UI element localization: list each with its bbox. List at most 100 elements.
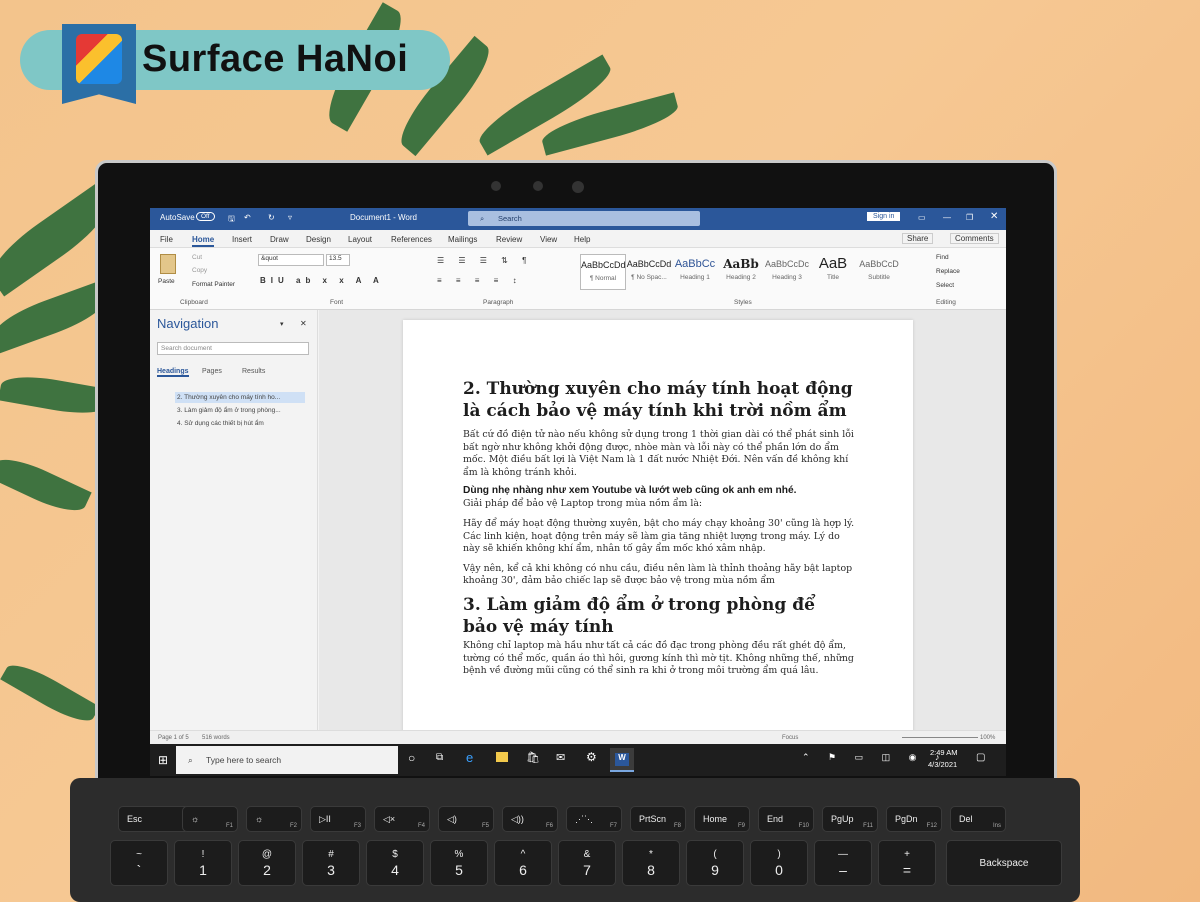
nav-heading-item[interactable]: 2. Thường xuyên cho máy tính ho...	[175, 392, 305, 403]
sign-in-button[interactable]: Sign in	[867, 212, 901, 221]
start-icon[interactable]: ⊞	[158, 753, 168, 767]
document-area[interactable]: 2. Thường xuyên cho máy tính hoạt động l…	[319, 310, 1006, 740]
tab-view[interactable]: View	[540, 235, 557, 244]
font-name-box[interactable]: &quot	[258, 254, 324, 266]
mail-icon[interactable]: ✉	[556, 751, 565, 764]
function-key[interactable]: ⋰⋱ F7	[566, 806, 622, 832]
number-key[interactable]: (9	[686, 840, 744, 886]
close-icon[interactable]: ✕	[990, 211, 998, 222]
nav-heading-item[interactable]: 4. Sử dụng các thiết bị hút ẩm	[175, 418, 305, 429]
style-subtitle[interactable]: AaBbCcD Subtitle	[856, 254, 902, 290]
style-normal[interactable]: AaBbCcDd ¶ Normal	[580, 254, 626, 290]
tab-layout[interactable]: Layout	[348, 235, 372, 244]
word-app-icon[interactable]: W	[610, 748, 634, 772]
select-button[interactable]: Select	[936, 282, 954, 289]
clock-date[interactable]: 4/3/2021	[928, 760, 957, 769]
zoom-slider[interactable]	[902, 737, 978, 738]
share-button[interactable]: Share	[902, 233, 934, 244]
number-key[interactable]: ) 0	[750, 840, 808, 886]
number-key[interactable]: ^ 6	[494, 840, 552, 886]
tray-icons[interactable]: ⌃ ⚑ ▭ ◫ ◉ ♪	[802, 752, 947, 763]
zoom-level[interactable]: 100%	[980, 735, 995, 741]
number-key[interactable]: % 5	[430, 840, 488, 886]
function-key[interactable]: PgUp F11	[822, 806, 878, 832]
nav-tab-results[interactable]: Results	[242, 368, 265, 375]
page-count[interactable]: Page 1 of 5	[158, 735, 189, 741]
function-key[interactable]: ◁) F5	[438, 806, 494, 832]
number-key[interactable]: & 7	[558, 840, 616, 886]
style-title[interactable]: AaB Title	[810, 254, 856, 290]
function-key[interactable]: ☼ F2	[246, 806, 302, 832]
number-key[interactable]: #3	[302, 840, 360, 886]
save-icon[interactable]: 🖫	[228, 213, 235, 227]
cut-button[interactable]: Cut	[192, 254, 202, 261]
focus-button[interactable]: Focus	[782, 735, 798, 741]
number-key[interactable]: — –	[814, 840, 872, 886]
paragraph-icons[interactable]: ☰ ☰ ☰ ⇅ ¶	[437, 256, 532, 265]
tab-review[interactable]: Review	[496, 235, 522, 244]
style-heading-2[interactable]: AaBb Heading 2	[718, 254, 764, 290]
tab-design[interactable]: Design	[306, 235, 331, 244]
cortana-icon[interactable]: ○	[408, 751, 415, 765]
paste-button[interactable]: Paste	[158, 278, 175, 285]
nav-tab-headings[interactable]: Headings	[157, 368, 189, 377]
align-icons[interactable]: ≡ ≡ ≡ ≡ ↕	[437, 276, 523, 285]
number-key[interactable]: * 8	[622, 840, 680, 886]
function-key[interactable]: ◁)) F6	[502, 806, 558, 832]
settings-icon[interactable]: ⚙	[586, 750, 597, 764]
nav-search-input[interactable]: Search document	[157, 342, 309, 355]
function-key[interactable]: Home F9	[694, 806, 750, 832]
taskbar-search-input[interactable]: ⌕ Type here to search	[176, 746, 398, 774]
number-key[interactable]: $4	[366, 840, 424, 886]
format-painter-button[interactable]: Format Painter	[192, 281, 235, 288]
notification-icon[interactable]: ▢	[976, 752, 985, 763]
tab-draw[interactable]: Draw	[270, 235, 289, 244]
customize-qat-icon[interactable]: ▿	[288, 213, 292, 222]
redo-icon[interactable]: ↻	[268, 213, 275, 222]
function-key[interactable]: End F10	[758, 806, 814, 832]
undo-icon[interactable]: ↶	[244, 213, 251, 222]
minimize-icon[interactable]: —	[943, 213, 951, 222]
task-view-icon[interactable]: ⧉	[436, 752, 443, 763]
tab-file[interactable]: File	[160, 235, 173, 244]
number-key[interactable]: ! 1	[174, 840, 232, 886]
maximize-icon[interactable]: ❐	[966, 213, 973, 222]
ribbon-display-icon[interactable]: ▭	[918, 213, 926, 222]
backspace-key[interactable]: Backspace	[946, 840, 1062, 886]
tab-help[interactable]: Help	[574, 235, 590, 244]
number-key[interactable]: @2	[238, 840, 296, 886]
tab-home[interactable]: Home	[192, 235, 215, 247]
store-icon[interactable]: 🛍	[526, 751, 540, 764]
clock-time[interactable]: 2:49 AM	[930, 748, 958, 757]
tab-references[interactable]: References	[391, 235, 432, 244]
document-page[interactable]: 2. Thường xuyên cho máy tính hoạt động l…	[403, 320, 913, 740]
nav-options-icon[interactable]: ▾	[280, 320, 284, 328]
search-box[interactable]: ⌕ Search	[468, 211, 700, 226]
paste-icon[interactable]	[160, 254, 176, 274]
tab-insert[interactable]: Insert	[232, 235, 252, 244]
style-heading-3[interactable]: AaBbCcDc Heading 3	[764, 254, 810, 290]
edge-icon[interactable]: e	[466, 750, 473, 765]
function-key[interactable]: ◁× F4	[374, 806, 430, 832]
number-key[interactable]: ~ `	[110, 840, 168, 886]
style-no-spacing[interactable]: AaBbCcDd ¶ No Spac...	[626, 254, 672, 290]
nav-close-icon[interactable]: ✕	[300, 319, 307, 328]
tab-mailings[interactable]: Mailings	[448, 235, 477, 244]
style-heading-1[interactable]: AaBbCc Heading 1	[672, 254, 718, 290]
file-explorer-icon[interactable]	[496, 752, 508, 762]
function-key[interactable]: Del Ins	[950, 806, 1006, 832]
word-count[interactable]: 516 words	[202, 735, 230, 741]
find-button[interactable]: Find	[936, 254, 949, 261]
function-key[interactable]: Esc	[118, 806, 190, 832]
comments-button[interactable]: Comments	[950, 233, 999, 244]
function-key[interactable]: PrtScn F8	[630, 806, 686, 832]
autosave-toggle[interactable]: Off	[196, 212, 215, 221]
nav-tab-pages[interactable]: Pages	[202, 368, 222, 375]
font-size-box[interactable]: 13.5	[326, 254, 350, 266]
function-key[interactable]: ▷II F3	[310, 806, 366, 832]
replace-button[interactable]: Replace	[936, 268, 960, 275]
number-key[interactable]: + =	[878, 840, 936, 886]
function-key[interactable]: PgDn F12	[886, 806, 942, 832]
nav-heading-item[interactable]: 3. Làm giảm độ ẩm ở trong phòng...	[175, 405, 305, 416]
font-format-icons[interactable]: BIU ab x x A A	[260, 276, 384, 285]
